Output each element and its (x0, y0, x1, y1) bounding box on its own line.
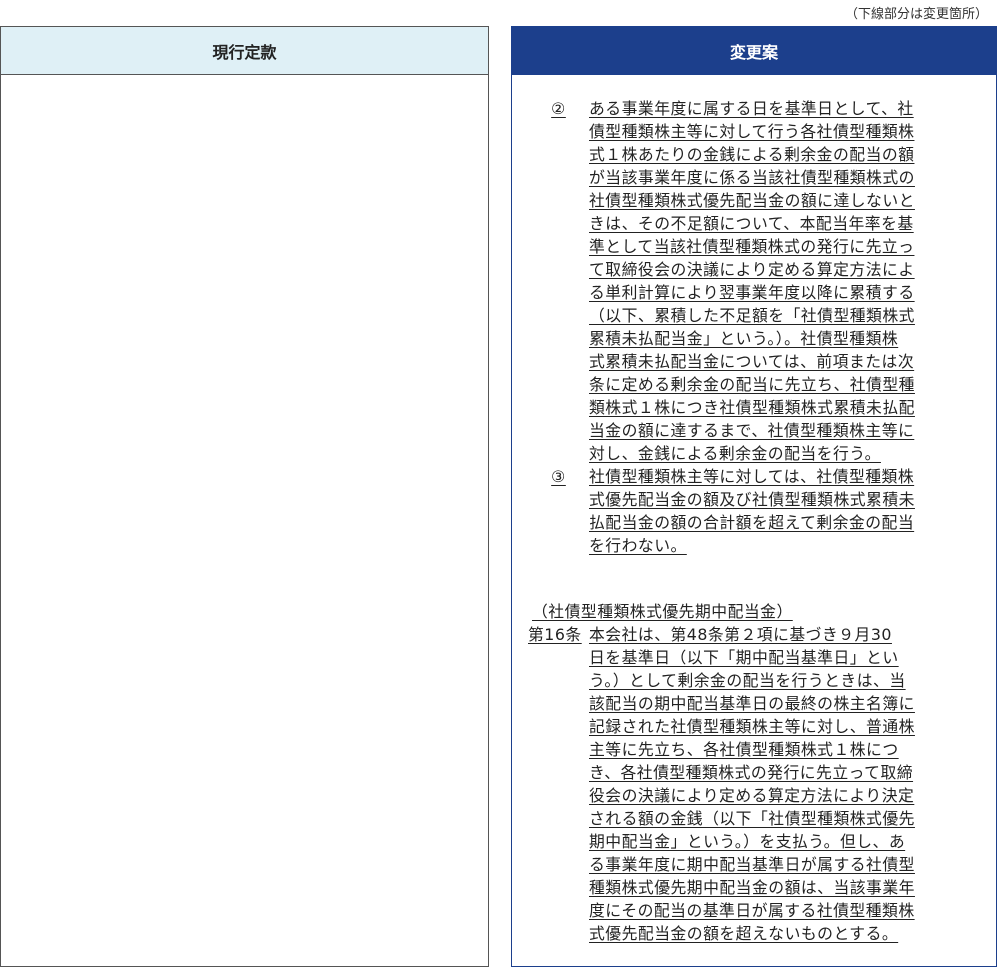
text-line: 本会社は、第48条第２項に基づき９月30 (589, 625, 892, 644)
current-articles-header: 現行定款 (1, 27, 488, 75)
text-line: 準として当該社債型種類株式の発行に先立っ (589, 237, 915, 256)
text-line: 主等に先立ち、各社債型種類株式１株につ (589, 740, 899, 759)
text-line: を行わない。 (589, 536, 687, 555)
change-note: （下線部分は変更箇所） (844, 7, 988, 22)
text-line: ある事業年度に属する日を基準日として、社 (589, 99, 914, 118)
text-line: 類株式１株につき社債型種類株式累積未払配 (589, 398, 915, 417)
text-line: る事業年度に期中配当基準日が属する社債型 (589, 855, 915, 874)
article-text: 本会社は、第48条第２項に基づき９月30 日を基準日（以下「期中配当基準日」という… (589, 623, 988, 945)
paragraph-2: ② ある事業年度に属する日を基準日として、社 債型種類株主等に対して行う各社債型種… (528, 97, 988, 465)
text-line: 条に定める剰余金の配当に先立ち、社債型種 (589, 375, 915, 394)
text-line: （以下、累積した不足額を「社債型種類株式 (589, 306, 915, 325)
proposed-text: ② ある事業年度に属する日を基準日として、社 債型種類株主等に対して行う各社債型種… (528, 97, 988, 945)
text-line: る単利計算により翌事業年度以降に累積する (589, 283, 915, 302)
article-number: 第16条 (528, 625, 582, 644)
text-line: 度にその配当の基準日が属する社債型種類株 (589, 901, 915, 920)
text-line: 社債型種類株主等に対しては、社債型種類株 (589, 467, 915, 486)
text-line: 種類株式優先期中配当金の額は、当該事業年 (589, 878, 915, 897)
text-line: 式優先配当金の額及び社債型種類株式累積未 (589, 490, 915, 509)
text-line: が当該事業年度に係る当該社債型種類株式の (589, 168, 915, 187)
text-line: 役会の決議により定める算定方法により決定 (589, 786, 915, 805)
paragraph-text: 社債型種類株主等に対しては、社債型種類株 式優先配当金の額及び社債型種類株式累積未… (589, 465, 988, 557)
article-16-heading: （社債型種類株式優先期中配当金） (532, 602, 793, 621)
text-line: 債型種類株主等に対して行う各社債型種類株 (589, 122, 915, 141)
paragraph-3: ③ 社債型種類株主等に対しては、社債型種類株 式優先配当金の額及び社債型種類株式累… (528, 465, 988, 557)
text-line: 式１株あたりの金銭による剰余金の配当の額 (589, 145, 915, 164)
paragraph-text: ある事業年度に属する日を基準日として、社 債型種類株主等に対して行う各社債型種類株… (589, 97, 988, 465)
paragraph-number: ③ (551, 467, 566, 486)
text-line: 払配当金の額の合計額を超えて剰余金の配当 (589, 513, 915, 532)
text-line: 式優先配当金の額を超えないものとする。 (589, 924, 899, 943)
current-articles-column: 現行定款 (0, 26, 489, 967)
text-line: う。）として剰余金の配当を行うときは、当 (589, 671, 906, 690)
text-line: 該配当の期中配当基準日の最終の株主名簿に (589, 694, 915, 713)
text-line: 累積未払配当金」という。）。社債型種類株 (589, 329, 899, 348)
proposed-changes-column: 変更案 ② ある事業年度に属する日を基準日として、社 債型種類株主等に対して行う各… (511, 26, 997, 967)
text-line: き、各社債型種類株式の発行に先立って取締 (589, 763, 914, 782)
text-line: 期中配当金」という。）を支払う。但し、あ (589, 832, 906, 851)
paragraph-number: ② (551, 99, 566, 118)
text-line: 記録された社債型種類株主等に対し、普通株 (589, 717, 915, 736)
text-line: 対し、金銭による剰余金の配当を行う。 (589, 444, 881, 463)
text-line: 当金の額に達するまで、社債型種類株主等に (589, 421, 915, 440)
article-16: 第16条 本会社は、第48条第２項に基づき９月30 日を基準日（以下「期中配当基準… (528, 623, 988, 945)
text-line: される額の金銭（以下「社債型種類株式優先 (589, 809, 915, 828)
text-line: 式累積未払配当金については、前項または次 (589, 352, 915, 371)
text-line: て取締役会の決議により定める算定方法によ (589, 260, 915, 279)
text-line: きは、その不足額について、本配当年率を基 (589, 214, 914, 233)
text-line: 日を基準日（以下「期中配当基準日」とい (589, 648, 899, 667)
proposed-changes-header: 変更案 (512, 27, 996, 75)
text-line: 社債型種類株式優先配当金の額に達しないと (589, 191, 915, 210)
